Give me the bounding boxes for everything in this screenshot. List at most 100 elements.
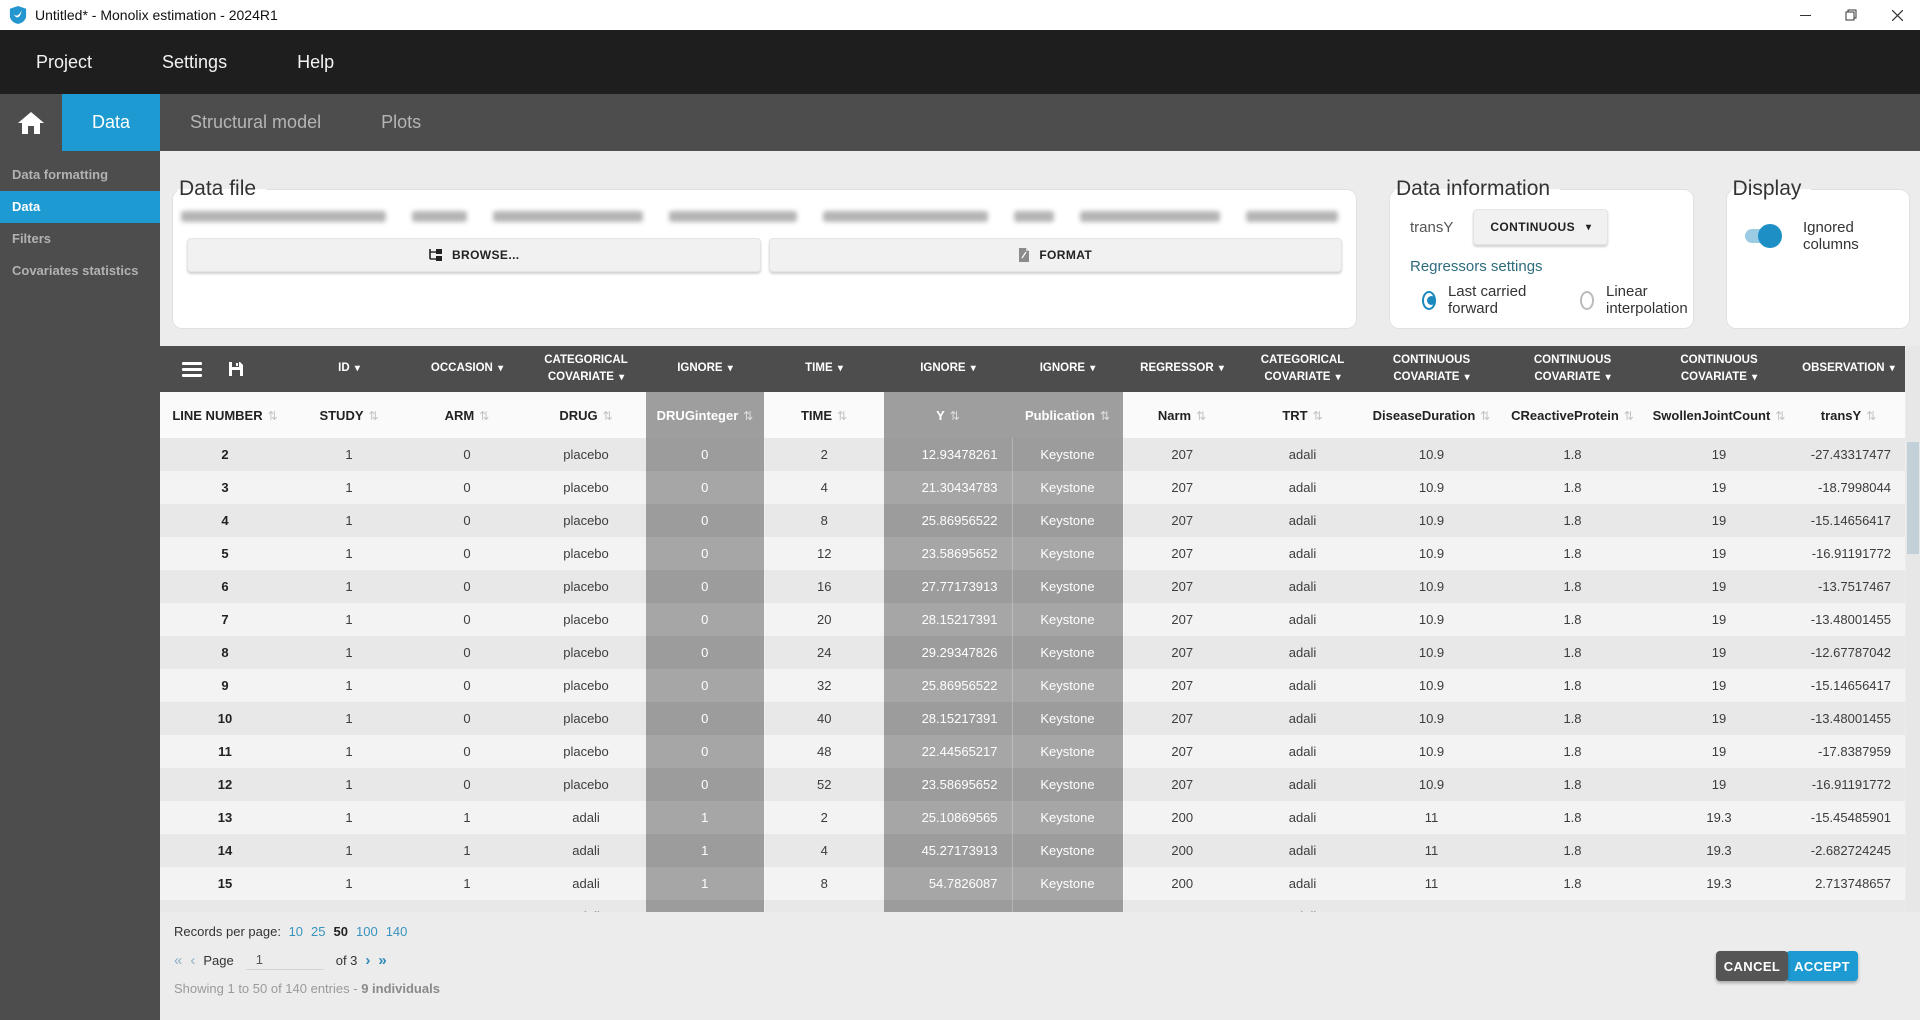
- column-header-line-number[interactable]: LINE NUMBER⇅: [160, 392, 290, 438]
- column-header-study[interactable]: STUDY⇅: [290, 392, 408, 438]
- table-cell: 7: [160, 603, 290, 636]
- column-header-time[interactable]: TIME⇅: [764, 392, 884, 438]
- radio-button-icon[interactable]: [1580, 291, 1594, 310]
- home-tab[interactable]: [0, 94, 62, 151]
- records-option-10[interactable]: 10: [289, 924, 303, 939]
- records-option-50[interactable]: 50: [334, 924, 348, 939]
- hamburger-menu-icon[interactable]: [182, 359, 202, 380]
- individuals-count: 9 individuals: [361, 981, 440, 996]
- menu-item-help[interactable]: Help: [297, 52, 334, 73]
- column-header-narm[interactable]: Narm⇅: [1123, 392, 1241, 438]
- mapping-dropdown-categorical-covariate[interactable]: CATEGORICAL COVARIATE ▾: [526, 346, 646, 392]
- records-per-page-label: Records per page:: [174, 924, 281, 939]
- mapping-dropdown-continuous-covariate[interactable]: CONTINUOUS COVARIATE ▾: [1499, 346, 1646, 392]
- sidebar-item-covariates-statistics[interactable]: Covariates statistics: [0, 255, 160, 287]
- table-cell: 28.15217391: [884, 702, 1012, 735]
- browse-button[interactable]: BROWSE...: [187, 238, 761, 272]
- display-card: Display Ignored columns: [1726, 177, 1910, 329]
- table-cell: 0: [646, 669, 764, 702]
- save-icon[interactable]: [228, 361, 244, 377]
- column-header-transy[interactable]: transY⇅: [1792, 392, 1905, 438]
- mapping-dropdown-ignore[interactable]: IGNORE ▾: [646, 346, 764, 392]
- table-cell: adali: [1241, 537, 1364, 570]
- table-row: 510placebo01223.58695652Keystone207adali…: [160, 537, 1905, 570]
- table-cell: 207: [1123, 603, 1241, 636]
- records-option-140[interactable]: 140: [386, 924, 408, 939]
- mapping-dropdown-continuous-covariate[interactable]: CONTINUOUS COVARIATE ▾: [1364, 346, 1499, 392]
- page-input[interactable]: [246, 950, 324, 970]
- radio-linear-interpolation[interactable]: Linear interpolation: [1580, 283, 1693, 317]
- table-cell: placebo: [526, 636, 646, 669]
- data-file-title: Data file: [177, 177, 266, 201]
- column-header-trt[interactable]: TRT⇅: [1241, 392, 1364, 438]
- radio-last-carried-forward[interactable]: Last carried forward: [1422, 283, 1536, 317]
- table-cell: placebo: [526, 537, 646, 570]
- first-page-button[interactable]: «: [174, 952, 182, 969]
- caret-down-icon: ▾: [498, 363, 503, 374]
- accept-button[interactable]: ACCEPT: [1786, 951, 1858, 981]
- tab-data[interactable]: Data: [62, 94, 160, 151]
- records-option-100[interactable]: 100: [356, 924, 378, 939]
- sidebar-item-data[interactable]: Data: [0, 191, 160, 223]
- next-page-button[interactable]: ›: [365, 952, 370, 969]
- prev-page-button[interactable]: ‹: [190, 952, 195, 969]
- table-cell: 207: [1123, 471, 1241, 504]
- column-header-arm[interactable]: ARM⇅: [408, 392, 526, 438]
- last-page-button[interactable]: »: [378, 952, 386, 969]
- table-cell: 1.8: [1499, 471, 1646, 504]
- mapping-dropdown-categorical-covariate[interactable]: CATEGORICAL COVARIATE ▾: [1241, 346, 1364, 392]
- table-cell: -27.43317477: [1792, 438, 1905, 471]
- close-button[interactable]: [1874, 0, 1920, 30]
- column-header-y[interactable]: Y⇅: [884, 392, 1012, 438]
- tab-plots[interactable]: Plots: [351, 94, 451, 151]
- column-header-diseaseduration[interactable]: DiseaseDuration⇅: [1364, 392, 1499, 438]
- column-header-creactiveprotein[interactable]: CReactiveProtein⇅: [1499, 392, 1646, 438]
- tab-structural-model[interactable]: Structural model: [160, 94, 351, 151]
- table-cell: 23.58695652: [884, 768, 1012, 801]
- sidebar-item-data-formatting[interactable]: Data formatting: [0, 159, 160, 191]
- table-cell: -18.7998044: [1792, 471, 1905, 504]
- mapping-dropdown-observation[interactable]: OBSERVATION ▾: [1792, 346, 1905, 392]
- table-cell: Keystone: [1012, 669, 1123, 702]
- restore-button[interactable]: [1828, 0, 1874, 30]
- mapping-dropdown-time[interactable]: TIME ▾: [764, 346, 884, 392]
- mapping-dropdown-ignore[interactable]: IGNORE ▾: [884, 346, 1012, 392]
- format-button[interactable]: FORMAT: [769, 238, 1343, 272]
- observation-type-dropdown[interactable]: CONTINUOUS ▾: [1473, 209, 1608, 245]
- table-cell: 19.3: [1646, 801, 1792, 834]
- table-cell: 0: [646, 768, 764, 801]
- scrollbar-thumb[interactable]: [1907, 442, 1919, 554]
- mapping-dropdown-id[interactable]: ID ▾: [290, 346, 408, 392]
- table-cell: 1.8: [1499, 801, 1646, 834]
- table-cell: 10.9: [1364, 735, 1499, 768]
- sort-icon: ⇅: [369, 409, 379, 423]
- mapping-dropdown-occasion[interactable]: OCCASION ▾: [408, 346, 526, 392]
- menu-item-project[interactable]: Project: [36, 52, 92, 73]
- sidebar-item-filters[interactable]: Filters: [0, 223, 160, 255]
- table-cell: 1: [290, 537, 408, 570]
- ignored-columns-toggle[interactable]: [1745, 229, 1779, 243]
- table-cell: 8: [160, 636, 290, 669]
- table-cell: 12: [764, 900, 884, 912]
- pagination: « ‹ Page of 3 › »: [174, 950, 1920, 970]
- column-header-druginteger[interactable]: DRUGinteger⇅: [646, 392, 764, 438]
- table-cell: Keystone: [1012, 702, 1123, 735]
- table-row: 310placebo0421.30434783Keystone207adali1…: [160, 471, 1905, 504]
- minimize-button[interactable]: [1782, 0, 1828, 30]
- cancel-button[interactable]: CANCEL: [1716, 951, 1788, 981]
- records-option-25[interactable]: 25: [311, 924, 325, 939]
- mapping-dropdown-regressor[interactable]: REGRESSOR ▾: [1123, 346, 1241, 392]
- column-header-drug[interactable]: DRUG⇅: [526, 392, 646, 438]
- table-row: 910placebo03225.86956522Keystone207adali…: [160, 669, 1905, 702]
- radio-button-icon[interactable]: [1422, 291, 1436, 310]
- restore-icon: [1845, 9, 1857, 21]
- column-header-publication[interactable]: Publication⇅: [1012, 392, 1123, 438]
- menu-item-settings[interactable]: Settings: [162, 52, 227, 73]
- table-cell: 11: [1364, 900, 1499, 912]
- vertical-scrollbar[interactable]: [1906, 346, 1920, 912]
- column-header-swollenjointcount[interactable]: SwollenJointCount⇅: [1646, 392, 1792, 438]
- mapping-dropdown-ignore[interactable]: IGNORE ▾: [1012, 346, 1123, 392]
- mapping-dropdown-continuous-covariate[interactable]: CONTINUOUS COVARIATE ▾: [1646, 346, 1792, 392]
- table-cell: 1: [290, 834, 408, 867]
- redacted-path-segment: [823, 211, 988, 222]
